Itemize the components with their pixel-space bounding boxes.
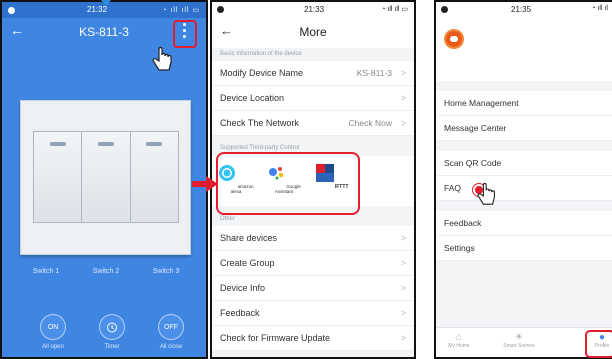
avatar[interactable] — [444, 29, 464, 49]
app-bar: ← KS-811-3 — [2, 18, 206, 71]
switch-gang — [33, 131, 179, 223]
tab-my-home[interactable]: ⌂ My Home — [436, 332, 484, 349]
device-info-row[interactable]: Device Info > — [212, 276, 414, 301]
switch-labels: Switch 1 Switch 2 Switch 3 — [2, 268, 206, 275]
profile-screen: 21:35 ◔ ıll ıl Home Management Message C… — [434, 0, 612, 359]
rocker-switch-1[interactable] — [34, 132, 83, 222]
indicator-led — [49, 142, 66, 146]
indicator-led — [146, 142, 163, 146]
app-bar: ← More — [212, 18, 414, 48]
all-open-button[interactable]: ON — [40, 314, 66, 340]
chevron-right-icon: > — [400, 68, 406, 78]
home-icon: ⌂ — [455, 332, 463, 343]
profile-header[interactable] — [436, 18, 612, 81]
clock-icon — [107, 322, 117, 333]
screenshot-stage: ◔ ıll ıll ▭ 21:32 ← KS-811-3 Switch 1 Sw… — [0, 0, 612, 359]
profile-tab-highlight — [585, 330, 612, 358]
chevron-right-icon: > — [400, 118, 406, 128]
all-close-button[interactable]: OFF — [158, 314, 184, 340]
check-network-row[interactable]: Check The Network Check Now > — [212, 111, 414, 136]
switch-label-3: Switch 3 — [152, 268, 180, 275]
sun-icon: ☀ — [514, 332, 524, 343]
rocker-switch-3[interactable] — [130, 132, 178, 222]
notification-dot — [217, 6, 224, 13]
all-close-label: All close — [159, 344, 183, 350]
indicator-led — [97, 142, 114, 146]
chevron-right-icon: > — [400, 233, 406, 243]
switch-plate — [20, 100, 191, 255]
chevron-right-icon: > — [400, 333, 406, 343]
feedback-row[interactable]: Feedback > — [212, 301, 414, 326]
settings-row[interactable]: Settings — [436, 236, 612, 261]
status-time: 21:33 — [304, 5, 325, 14]
message-center-row[interactable]: Message Center — [436, 116, 612, 141]
share-devices-row[interactable]: Share devices > — [212, 226, 414, 251]
status-bar: 21:35 ◔ ıll ıl — [436, 2, 612, 18]
status-time: 21:35 — [511, 5, 532, 14]
timer-label: Timer — [104, 344, 120, 350]
firmware-update-row[interactable]: Check for Firmware Update > — [212, 326, 414, 351]
tab-smart-scenes[interactable]: ☀ Smart Scenes — [494, 332, 544, 349]
create-group-row[interactable]: Create Group > — [212, 251, 414, 276]
signal-battery-icon: ◔ ıll ıll ▭ — [162, 7, 200, 14]
signal-battery-icon: ◔ ıll ıl — [591, 5, 608, 12]
section-header-basic: Basic information of the device — [212, 48, 414, 61]
more-settings-screen: 21:33 ◔ ıll ıll ▭ ← More Basic informati… — [210, 0, 416, 359]
status-time: 21:32 — [87, 5, 108, 14]
signal-battery-icon: ◔ ıll ıll ▭ — [381, 6, 408, 13]
faq-row[interactable]: FAQ — [436, 176, 612, 201]
more-menu-highlight — [173, 20, 197, 48]
switch-label-2: Switch 2 — [92, 268, 120, 275]
chevron-right-icon: > — [400, 258, 406, 268]
page-title: More — [299, 25, 327, 39]
pointer-arrow-icon — [101, 0, 111, 6]
red-arrow-icon — [192, 176, 218, 192]
timer-button[interactable] — [99, 314, 125, 340]
chevron-right-icon: > — [400, 283, 406, 293]
modify-device-name-row[interactable]: Modify Device Name KS-811-3 > — [212, 61, 414, 86]
notification-dot — [8, 6, 15, 14]
third-party-highlight — [216, 152, 360, 215]
all-open-label: All open — [42, 344, 64, 350]
tap-hand-icon — [477, 182, 496, 205]
switch-label-1: Switch 1 — [32, 268, 60, 275]
home-management-row[interactable]: Home Management — [436, 91, 612, 116]
chevron-right-icon: > — [400, 308, 406, 318]
scan-qr-code-row[interactable]: Scan QR Code — [436, 151, 612, 176]
feedback-row[interactable]: Feedback — [436, 211, 612, 236]
status-bar: 21:33 ◔ ıll ıll ▭ — [212, 2, 414, 18]
rocker-switch-2[interactable] — [82, 132, 131, 222]
notification-dot — [441, 6, 448, 13]
device-location-row[interactable]: Device Location > — [212, 86, 414, 111]
chevron-right-icon: > — [400, 93, 406, 103]
device-control-screen: ◔ ıll ıll ▭ 21:32 ← KS-811-3 Switch 1 Sw… — [0, 0, 208, 359]
tap-hand-icon — [152, 46, 172, 71]
